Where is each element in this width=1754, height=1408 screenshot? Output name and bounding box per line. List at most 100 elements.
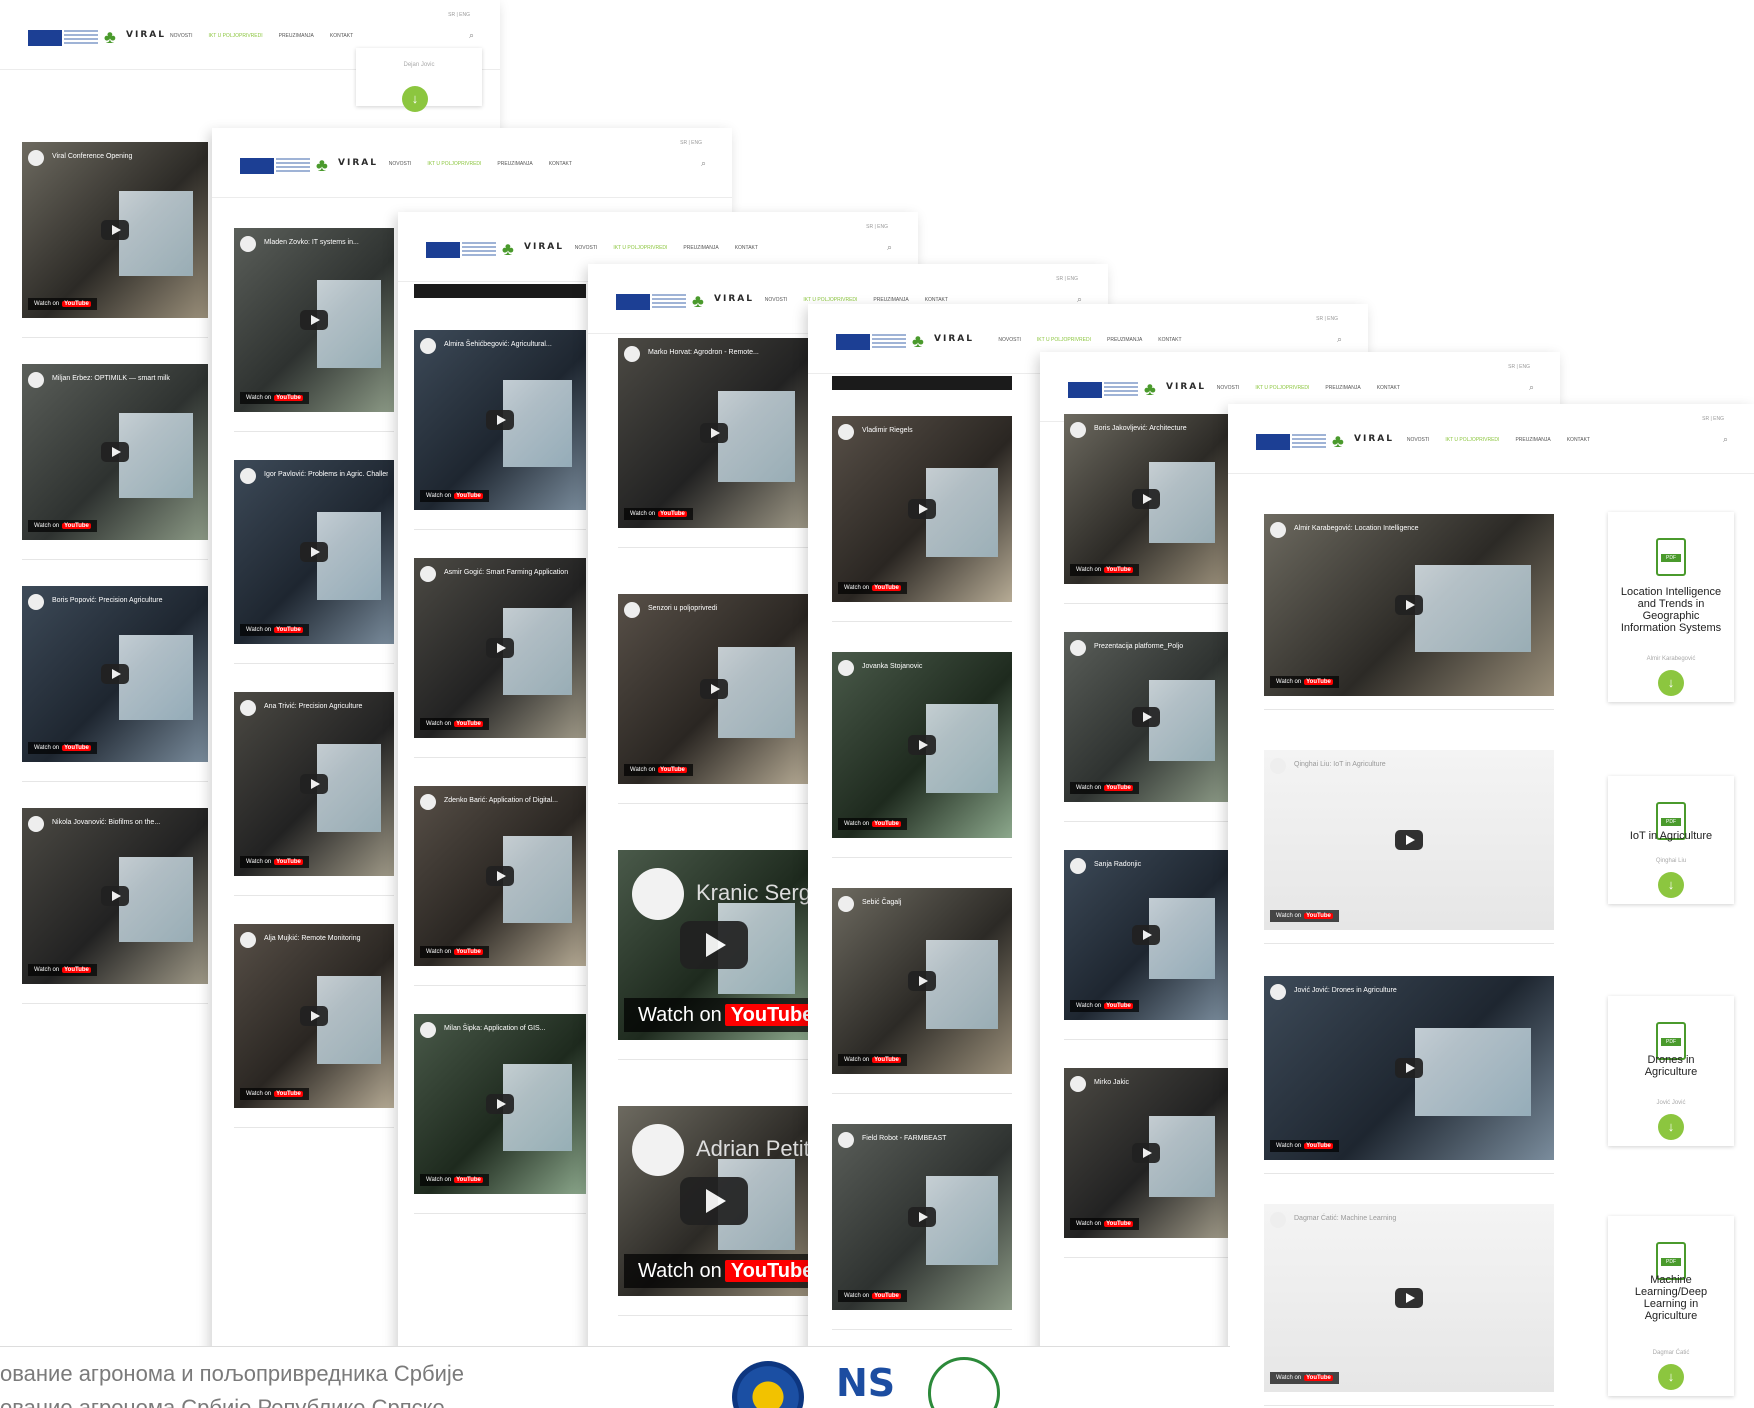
search-icon[interactable]: ⌕ [1337, 334, 1342, 345]
nav-item-2[interactable]: PREUZIMANJA [1325, 385, 1360, 391]
watch-on-youtube-link[interactable]: Watch on YouTube [624, 508, 693, 520]
video-player[interactable]: Asmir Gogić: Smart Farming Application Wa… [414, 558, 586, 738]
document-title[interactable]: Drones in Agriculture [1620, 1054, 1722, 1078]
video-player[interactable]: Boris Jakovljević: Architecture Watch on Y… [1064, 414, 1228, 584]
nav-item-3[interactable]: KONTAKT [549, 161, 572, 167]
language-switcher[interactable]: SR | ENG [1056, 276, 1078, 282]
video-title[interactable]: Igor Pavlović: Problems in Agric. Challe… [240, 466, 388, 484]
nav-item-2[interactable]: PREUZIMANJA [873, 297, 908, 303]
nav-item-1[interactable]: IKT U POLJOPRIVREDI [613, 245, 667, 251]
video-title[interactable]: Zdenko Barić: Application of Digital... [420, 792, 580, 810]
nav-item-0[interactable]: NOVOSTI [998, 337, 1021, 343]
play-button[interactable] [486, 1094, 514, 1114]
play-button[interactable] [300, 774, 328, 794]
site-logo[interactable]: VIRAL [524, 242, 564, 252]
nav-item-3[interactable]: KONTAKT [735, 245, 758, 251]
nav-item-3[interactable]: KONTAKT [925, 297, 948, 303]
site-logo[interactable]: VIRAL [1354, 434, 1394, 444]
document-card[interactable]: Machine Learning/Deep Learning in Agricu… [1608, 1216, 1734, 1396]
video-title[interactable]: Prezentacija platforme_Poljo [1070, 638, 1222, 656]
video-title[interactable]: Boris Jakovljević: Architecture [1070, 420, 1222, 438]
site-logo[interactable]: VIRAL [1166, 382, 1206, 392]
document-card[interactable]: Location Intelligence and Trends in Geog… [1608, 512, 1734, 702]
search-icon[interactable]: ⌕ [701, 158, 706, 169]
nav-item-1[interactable]: IKT U POLJOPRIVREDI [803, 297, 857, 303]
document-card[interactable]: Drones in Agriculture Jović Jović ↓ [1608, 996, 1734, 1146]
play-button[interactable] [700, 423, 728, 443]
video-player[interactable]: Milan Šipka: Application of GIS... Watch … [414, 1014, 586, 1194]
watch-on-youtube-link[interactable]: Watch on YouTube [838, 818, 907, 830]
nav-item-2[interactable]: PREUZIMANJA [497, 161, 532, 167]
play-button[interactable] [1395, 1288, 1423, 1308]
nav-item-0[interactable]: NOVOSTI [389, 161, 412, 167]
document-card[interactable]: IoT in Agriculture Qinghai Liu ↓ [1608, 776, 1734, 904]
search-icon[interactable]: ⌕ [1723, 434, 1728, 445]
site-logo[interactable]: VIRAL [714, 294, 754, 304]
watch-on-youtube-link[interactable]: Watch on YouTube [1270, 1372, 1339, 1384]
watch-on-youtube-link[interactable]: Watch on YouTube [240, 1088, 309, 1100]
video-title[interactable]: Almir Karabegović: Location Intelligence [1270, 520, 1548, 538]
watch-on-youtube-link[interactable]: Watch on YouTube [240, 856, 309, 868]
watch-on-youtube-link[interactable]: Watch on YouTube [420, 946, 489, 958]
nav-item-3[interactable]: KONTAKT [1377, 385, 1400, 391]
video-title[interactable]: Asmir Gogić: Smart Farming Application [420, 564, 580, 582]
play-button[interactable] [908, 971, 936, 991]
download-button[interactable]: ↓ [402, 86, 428, 112]
download-button[interactable]: ↓ [1658, 1114, 1684, 1140]
nav-item-2[interactable]: PREUZIMANJA [683, 245, 718, 251]
play-button[interactable] [300, 542, 328, 562]
language-switcher[interactable]: SR | ENG [1702, 416, 1724, 422]
search-icon[interactable]: ⌕ [469, 30, 474, 41]
site-logo[interactable]: VIRAL [126, 30, 166, 40]
video-player[interactable]: Nikola Jovanović: Biofilms on the... Watc… [22, 808, 208, 984]
video-player[interactable]: Dagmar Ćatić: Machine Learning Watch on Yo… [1264, 1204, 1554, 1392]
watch-on-youtube-link[interactable]: Watch on YouTube [420, 1174, 489, 1186]
play-button[interactable] [1395, 1058, 1423, 1078]
nav-item-0[interactable]: NOVOSTI [1407, 437, 1430, 443]
video-title[interactable]: Field Robot - FARMBEAST [838, 1130, 1006, 1148]
search-icon[interactable]: ⌕ [887, 242, 892, 253]
video-player[interactable]: Prezentacija platforme_Poljo Watch on YouT… [1064, 632, 1228, 802]
video-title[interactable]: Boris Popović: Precision Agriculture [28, 592, 202, 610]
video-player[interactable]: Senzori u poljoprivredi Watch on YouTube [618, 594, 810, 784]
video-player[interactable]: Vladimir Riegels Watch on YouTube [832, 416, 1012, 602]
nav-item-1[interactable]: IKT U POLJOPRIVREDI [427, 161, 481, 167]
video-player[interactable]: Jović Jović: Drones in Agriculture Watch … [1264, 976, 1554, 1160]
play-button[interactable] [1395, 595, 1423, 615]
play-button[interactable] [1132, 925, 1160, 945]
download-button[interactable]: ↓ [1658, 670, 1684, 696]
play-button[interactable] [101, 442, 129, 462]
play-button[interactable] [486, 410, 514, 430]
play-button[interactable] [680, 1177, 748, 1225]
video-title[interactable]: Jovanka Stojanovic [838, 658, 1006, 676]
video-title[interactable]: Milan Šipka: Application of GIS... [420, 1020, 580, 1038]
watch-on-youtube-link[interactable]: Watch on YouTube [838, 1290, 907, 1302]
document-title[interactable]: Location Intelligence and Trends in Geog… [1620, 586, 1722, 634]
video-title[interactable]: Qinghai Liu: IoT in Agriculture [1270, 756, 1548, 774]
video-player[interactable]: Qinghai Liu: IoT in Agriculture Watch on Y… [1264, 750, 1554, 930]
watch-on-youtube-link[interactable]: Watch on YouTube [240, 392, 309, 404]
video-player[interactable]: Almira Šehićbegović: Agricultural... Watc… [414, 330, 586, 510]
video-player[interactable]: Mladen Zovko: IT systems in... Watch on Yo… [234, 228, 394, 412]
video-player[interactable]: Sanja Radonjic Watch on YouTube [1064, 850, 1228, 1020]
language-switcher[interactable]: SR | ENG [866, 224, 888, 230]
play-button[interactable] [101, 886, 129, 906]
play-button[interactable] [300, 1006, 328, 1026]
play-button[interactable] [1132, 489, 1160, 509]
watch-on-youtube-link[interactable]: Watch on YouTube [28, 520, 97, 532]
nav-item-0[interactable]: NOVOSTI [765, 297, 788, 303]
watch-on-youtube-link[interactable]: Watch on YouTube [1070, 1000, 1139, 1012]
nav-item-1[interactable]: IKT U POLJOPRIVREDI [1255, 385, 1309, 391]
video-title[interactable]: Marko Horvat: Agrodron - Remote... [624, 344, 804, 362]
play-button[interactable] [908, 735, 936, 755]
video-title[interactable]: Dagmar Ćatić: Machine Learning [1270, 1210, 1548, 1228]
nav-item-2[interactable]: PREUZIMANJA [1107, 337, 1142, 343]
document-title[interactable]: Machine Learning/Deep Learning in Agricu… [1620, 1274, 1722, 1322]
video-title[interactable]: Ana Trivić: Precision Agriculture [240, 698, 388, 716]
video-title[interactable]: Nikola Jovanović: Biofilms on the... [28, 814, 202, 832]
video-player[interactable]: Kranic Sergej Watch onYouTube [618, 850, 810, 1040]
video-player[interactable]: Zdenko Barić: Application of Digital... W… [414, 786, 586, 966]
language-switcher[interactable]: SR | ENG [680, 140, 702, 146]
video-player[interactable]: Boris Popović: Precision Agriculture Watc… [22, 586, 208, 762]
video-title[interactable]: Viral Conference Opening [28, 148, 202, 166]
